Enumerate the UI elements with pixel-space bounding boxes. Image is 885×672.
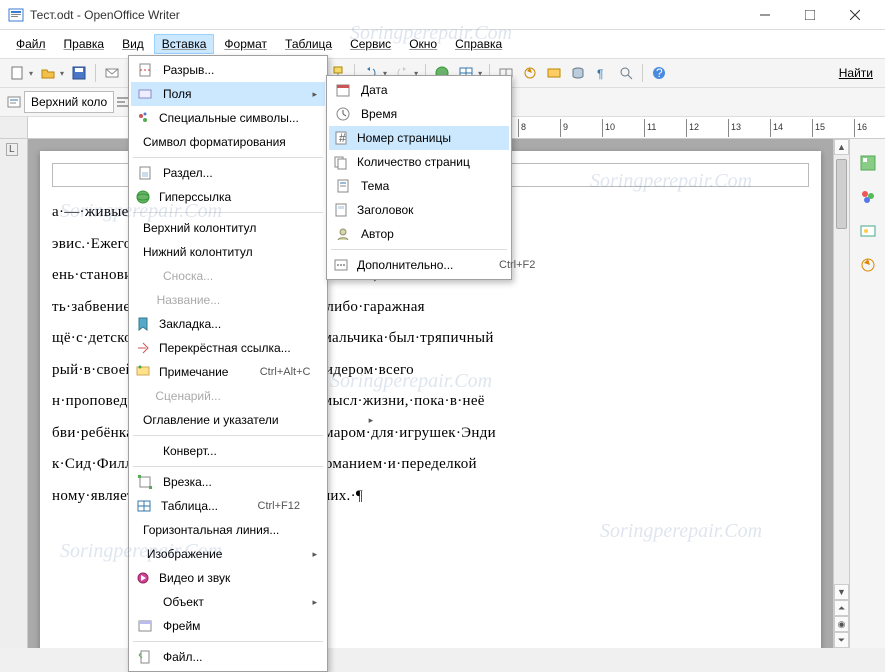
save-icon[interactable] xyxy=(68,62,90,84)
pagenum-icon: # xyxy=(333,130,349,146)
pagecount-icon xyxy=(333,154,349,170)
insert-menu-item-22[interactable]: Горизонтальная линия... xyxy=(131,518,325,542)
menu-вид[interactable]: Вид xyxy=(114,34,152,54)
maximize-button[interactable] xyxy=(787,1,832,29)
close-button[interactable] xyxy=(832,1,877,29)
menu-вставка[interactable]: Вставка xyxy=(154,34,215,54)
more-icon xyxy=(333,257,349,273)
insert-menu-item-2[interactable]: Специальные символы... xyxy=(131,106,325,130)
datasource-icon[interactable] xyxy=(567,62,589,84)
fields-submenu-item-2[interactable]: #Номер страницы xyxy=(329,126,509,150)
insert-menu-item-3[interactable]: Символ форматирования▸ xyxy=(131,130,325,154)
comment-icon xyxy=(135,364,151,380)
insert-menu-item-14[interactable]: ПримечаниеCtrl+Alt+C xyxy=(131,360,325,384)
date-icon xyxy=(333,82,353,98)
break-icon xyxy=(135,62,155,78)
fields-submenu[interactable]: ДатаВремя#Номер страницыКоличество стран… xyxy=(326,75,512,280)
fields-submenu-item-8[interactable]: Дополнительно...Ctrl+F2 xyxy=(329,253,509,277)
insert-menu-item-16[interactable]: Оглавление и указатели▸ xyxy=(131,408,325,432)
sidebar xyxy=(849,139,885,648)
svg-text:?: ? xyxy=(656,66,663,80)
insert-menu-item-20[interactable]: Врезка... xyxy=(131,470,325,494)
fields-submenu-item-5[interactable]: Заголовок xyxy=(329,198,509,222)
fields-submenu-item-1[interactable]: Время xyxy=(329,102,509,126)
iframe-icon xyxy=(135,618,155,634)
section-icon xyxy=(135,165,155,181)
insert-menu-item-8[interactable]: Верхний колонтитул▸ xyxy=(131,216,325,240)
scroll-thumb[interactable] xyxy=(836,159,847,229)
vertical-scrollbar[interactable]: ▲ ▼ ⏶ ◉ ⏷ xyxy=(833,139,849,648)
insert-menu-item-21[interactable]: Таблица...Ctrl+F12 xyxy=(131,494,325,518)
new-icon[interactable] xyxy=(6,62,28,84)
crossref-icon xyxy=(135,340,151,356)
file-icon xyxy=(135,649,155,665)
insert-menu-item-6[interactable]: Гиперссылка xyxy=(131,185,325,209)
insert-menu-item-15: Сценарий... xyxy=(131,384,325,408)
menu-правка[interactable]: Правка xyxy=(56,34,113,54)
sidebar-navigator-icon[interactable] xyxy=(856,253,880,277)
titlebar: Тест.odt - OpenOffice Writer xyxy=(0,0,885,30)
menu-таблица[interactable]: Таблица xyxy=(277,34,340,54)
insert-menu-item-28[interactable]: Файл... xyxy=(131,645,325,669)
insert-menu-item-10: Сноска... xyxy=(131,264,325,288)
insert-menu[interactable]: Разрыв...Поля▸Специальные символы...Симв… xyxy=(128,55,328,672)
insert-menu-item-11: Название... xyxy=(131,288,325,312)
nonprint-icon[interactable]: ¶ xyxy=(591,62,613,84)
svg-text:#: # xyxy=(339,131,346,145)
zoom-icon[interactable] xyxy=(615,62,637,84)
mail-icon[interactable] xyxy=(101,62,123,84)
nav-up-icon[interactable]: ⏶ xyxy=(834,600,849,616)
menu-окно[interactable]: Окно xyxy=(401,34,445,54)
special-char-icon xyxy=(135,110,151,126)
navigator-icon[interactable] xyxy=(519,62,541,84)
scroll-down-icon[interactable]: ▼ xyxy=(834,584,849,600)
insert-menu-item-9[interactable]: Нижний колонтитул▸ xyxy=(131,240,325,264)
bookmark-icon xyxy=(135,316,151,332)
svg-text:¶: ¶ xyxy=(597,67,603,81)
style-combo[interactable]: Верхний коло xyxy=(24,91,114,113)
insert-menu-item-1[interactable]: Поля▸ xyxy=(131,82,325,106)
insert-menu-item-13[interactable]: Перекрёстная ссылка... xyxy=(131,336,325,360)
insert-menu-item-25[interactable]: Объект▸ xyxy=(131,590,325,614)
media-icon xyxy=(135,570,151,586)
sidebar-properties-icon[interactable] xyxy=(856,151,880,175)
title-field-icon xyxy=(333,202,349,218)
fields-submenu-item-3[interactable]: Количество страниц xyxy=(329,150,509,174)
app-icon xyxy=(8,7,24,23)
insert-menu-item-26[interactable]: Фрейм xyxy=(131,614,325,638)
subject-icon xyxy=(333,178,353,194)
author-icon xyxy=(333,226,353,242)
time-icon xyxy=(333,106,353,122)
sidebar-styles-icon[interactable] xyxy=(856,185,880,209)
frame-icon xyxy=(135,474,155,490)
open-icon[interactable] xyxy=(37,62,59,84)
fields-submenu-item-6[interactable]: Автор xyxy=(329,222,509,246)
sidebar-gallery-icon[interactable] xyxy=(856,219,880,243)
minimize-button[interactable] xyxy=(742,1,787,29)
nav-down-icon[interactable]: ⏷ xyxy=(834,632,849,648)
insert-menu-item-18[interactable]: Конверт... xyxy=(131,439,325,463)
gallery-icon[interactable] xyxy=(543,62,565,84)
menu-файл[interactable]: Файл xyxy=(8,34,54,54)
insert-menu-item-0[interactable]: Разрыв... xyxy=(131,58,325,82)
fields-submenu-item-0[interactable]: Дата xyxy=(329,78,509,102)
insert-menu-item-23[interactable]: Изображение▸ xyxy=(131,542,325,566)
ruler-vertical: L xyxy=(0,139,28,648)
help-icon[interactable]: ? xyxy=(648,62,670,84)
menu-формат[interactable]: Формат xyxy=(216,34,275,54)
insert-menu-item-24[interactable]: Видео и звук xyxy=(131,566,325,590)
scroll-up-icon[interactable]: ▲ xyxy=(834,139,849,155)
nav-target-icon[interactable]: ◉ xyxy=(834,616,849,632)
menu-сервис[interactable]: Сервис xyxy=(342,34,399,54)
table-icon xyxy=(135,498,153,514)
insert-menu-item-5[interactable]: Раздел... xyxy=(131,161,325,185)
fields-icon xyxy=(135,86,155,102)
styles-icon[interactable] xyxy=(6,94,22,110)
menu-справка[interactable]: Справка xyxy=(447,34,510,54)
fields-submenu-item-4[interactable]: Тема xyxy=(329,174,509,198)
hyperlink-icon xyxy=(135,189,151,205)
find-label[interactable]: Найти xyxy=(833,66,879,80)
window-title: Тест.odt - OpenOffice Writer xyxy=(30,8,742,22)
insert-menu-item-12[interactable]: Закладка... xyxy=(131,312,325,336)
